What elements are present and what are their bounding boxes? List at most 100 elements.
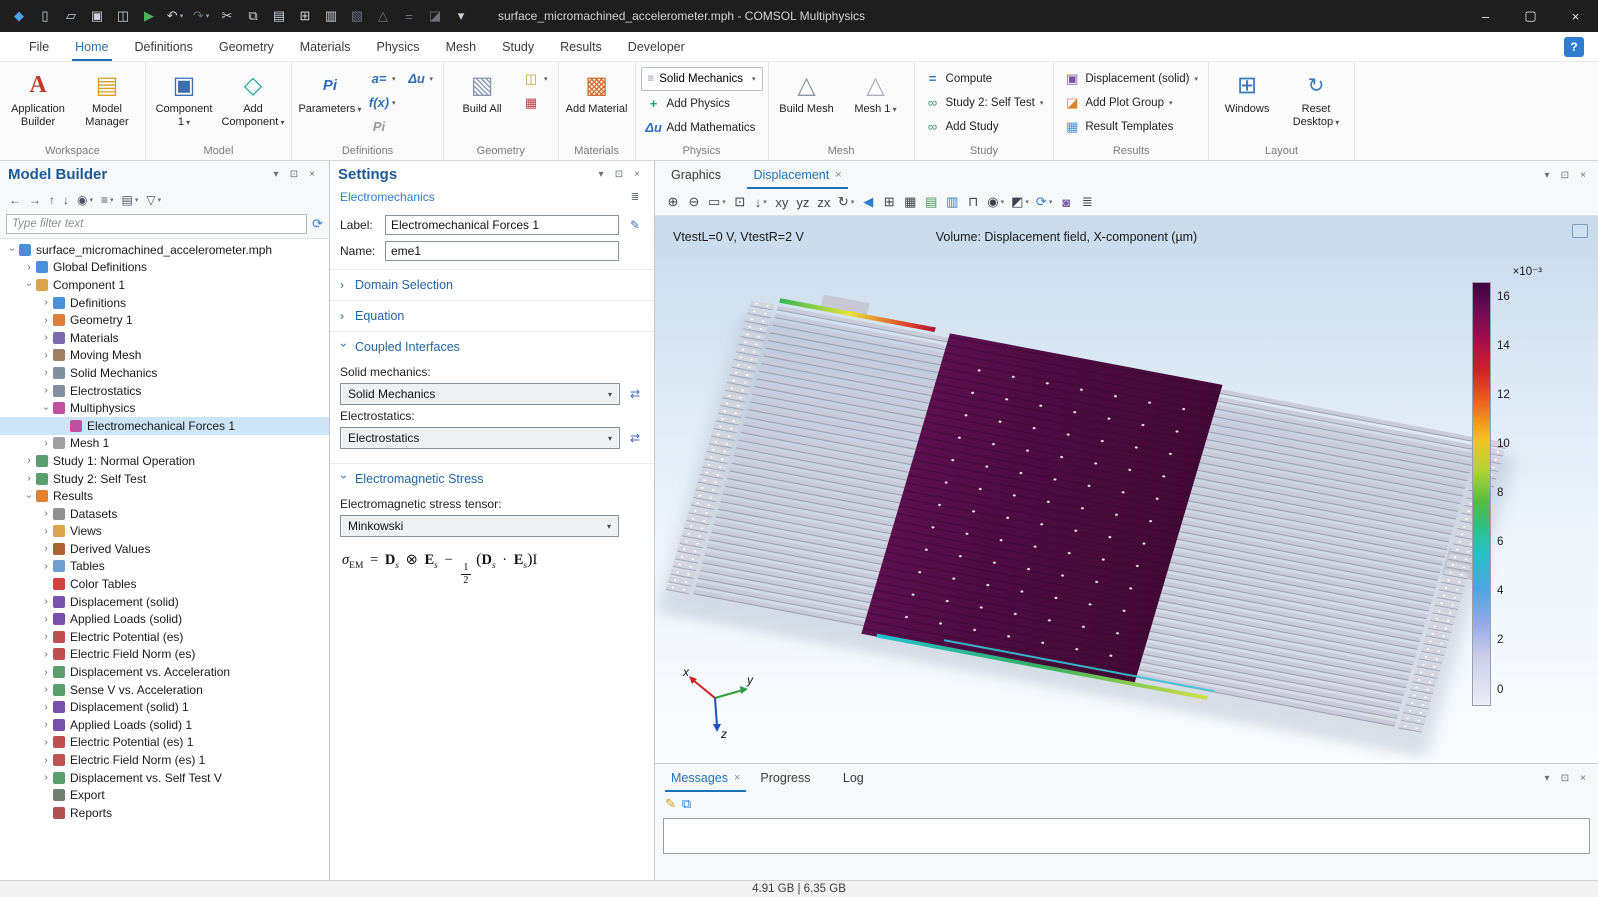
expander-icon[interactable]: › bbox=[40, 385, 52, 396]
zoom-box-icon[interactable]: ▭ bbox=[705, 191, 729, 213]
add-material-button[interactable]: ▩ Add Material bbox=[564, 65, 630, 144]
expander-icon[interactable]: › bbox=[40, 526, 52, 537]
expander-icon[interactable]: › bbox=[23, 473, 35, 484]
help-button[interactable]: ? bbox=[1564, 37, 1584, 57]
functions-button[interactable]: f(x) bbox=[366, 91, 401, 114]
visibility-icon[interactable]: ◉ bbox=[984, 191, 1007, 213]
study-button[interactable]: ∞ Study 2: Self Test bbox=[920, 91, 1049, 114]
tree-row[interactable]: › Displacement (solid) bbox=[0, 593, 329, 611]
panel-close-icon[interactable]: × bbox=[1574, 166, 1592, 184]
stress-tensor-select[interactable]: Minkowski bbox=[340, 515, 619, 537]
panel-menu-icon[interactable]: ▾ bbox=[1538, 166, 1556, 184]
tree-row[interactable]: › Mesh 1 bbox=[0, 435, 329, 453]
table-icon[interactable]: ▦ bbox=[900, 191, 920, 213]
menu-item[interactable]: Developer bbox=[615, 32, 698, 61]
tree-row[interactable]: › Displacement vs. Acceleration bbox=[0, 663, 329, 681]
zoom-extents-icon[interactable]: ⊡ bbox=[730, 191, 750, 213]
coupling-swap-icon[interactable]: ⇄ bbox=[626, 429, 644, 447]
tab-close-icon[interactable]: × bbox=[734, 772, 740, 784]
expander-icon[interactable]: › bbox=[7, 244, 18, 256]
plot-in-second-window-icon[interactable]: ▥ bbox=[942, 191, 962, 213]
tree-row[interactable]: › Electric Potential (es) 1 bbox=[0, 734, 329, 752]
tree-row[interactable]: › Sense V vs. Acceleration bbox=[0, 681, 329, 699]
tree-row[interactable]: › Derived Values bbox=[0, 540, 329, 558]
scene-window-icon[interactable]: ⊞ bbox=[879, 191, 899, 213]
name-input[interactable] bbox=[385, 241, 619, 261]
expander-icon[interactable]: › bbox=[23, 262, 35, 273]
expander-icon[interactable]: › bbox=[40, 332, 52, 343]
messages-tab[interactable]: Messages × bbox=[661, 764, 750, 792]
tree-row[interactable]: › Export bbox=[0, 786, 329, 804]
application-builder-button[interactable]: A Application Builder bbox=[5, 65, 71, 144]
expander-icon[interactable]: › bbox=[40, 367, 52, 378]
default-3d-view-icon[interactable]: ↻ bbox=[835, 191, 857, 213]
section-header-domain[interactable]: › Domain Selection bbox=[330, 270, 654, 300]
component-button[interactable]: ▣ Component 1 bbox=[151, 65, 217, 144]
copy-icon[interactable]: ⧉ bbox=[240, 3, 266, 29]
compute-button[interactable]: = Compute bbox=[920, 67, 1049, 90]
expander-icon[interactable]: › bbox=[40, 297, 52, 308]
windows-button[interactable]: ⊞ Windows bbox=[1214, 65, 1280, 144]
electrostatics-select[interactable]: Electrostatics bbox=[340, 427, 620, 449]
view-xy-icon[interactable]: xy bbox=[772, 191, 792, 213]
menu-item[interactable]: Definitions bbox=[122, 32, 206, 61]
back-icon[interactable]: ← bbox=[6, 190, 24, 210]
menu-item[interactable]: Results bbox=[547, 32, 615, 61]
tree-row[interactable]: › Solid Mechanics bbox=[0, 364, 329, 382]
tree-row[interactable]: › Study 2: Self Test bbox=[0, 470, 329, 488]
expander-icon[interactable]: › bbox=[24, 490, 35, 502]
tree-row[interactable]: › Datasets bbox=[0, 505, 329, 523]
tree-row[interactable]: › surface_micromachined_accelerometer.mp… bbox=[0, 241, 329, 259]
delete-icon[interactable]: ▥ bbox=[318, 3, 344, 29]
tree-row[interactable]: › Definitions bbox=[0, 294, 329, 312]
tree-row[interactable]: › Results bbox=[0, 487, 329, 505]
reset-desktop-button[interactable]: ↻ Reset Desktop bbox=[1283, 65, 1349, 144]
compute-icon[interactable]: = bbox=[396, 3, 422, 29]
scene-settings-icon[interactable]: ◩ bbox=[1008, 191, 1032, 213]
parameters-button[interactable]: Pi Parameters bbox=[297, 65, 363, 144]
physics-interface-gallery[interactable]: ≡ Solid Mechanics bbox=[641, 67, 763, 91]
rename-icon[interactable]: ✎ bbox=[626, 216, 644, 234]
parameter-case-button[interactable]: Pi bbox=[366, 115, 401, 138]
tree-row[interactable]: › Materials bbox=[0, 329, 329, 347]
add-component-button[interactable]: ◇ Add Component bbox=[220, 65, 286, 144]
lock-icon[interactable]: ⊓ bbox=[963, 191, 983, 213]
tree-row[interactable]: › Electric Field Norm (es) 1 bbox=[0, 751, 329, 769]
messages-tab[interactable]: Log × bbox=[833, 764, 886, 792]
expander-icon[interactable]: › bbox=[40, 737, 52, 748]
customize-toolbar-icon[interactable]: ▾ bbox=[448, 3, 474, 29]
tree-row[interactable]: › Tables bbox=[0, 558, 329, 576]
expander-icon[interactable]: › bbox=[40, 667, 52, 678]
expander-icon[interactable]: › bbox=[40, 772, 52, 783]
section-header-coupled[interactable]: › Coupled Interfaces bbox=[330, 332, 654, 362]
paste-icon[interactable]: ▤ bbox=[266, 3, 292, 29]
add-plot-group-button[interactable]: ◪ Add Plot Group bbox=[1059, 91, 1203, 114]
model-manager-icon[interactable]: ◫ bbox=[110, 3, 136, 29]
panel-float-icon[interactable]: ⊡ bbox=[610, 166, 628, 184]
tree-row[interactable]: › Displacement vs. Self Test V bbox=[0, 769, 329, 787]
refresh-icon[interactable]: ⟳ bbox=[312, 216, 323, 232]
tree-row[interactable]: › Geometry 1 bbox=[0, 311, 329, 329]
panel-float-icon[interactable]: ⊡ bbox=[1556, 769, 1574, 787]
expander-icon[interactable]: › bbox=[40, 315, 52, 326]
copy-text-icon[interactable]: ⧉ bbox=[682, 796, 691, 812]
tree-row[interactable]: › Global Definitions bbox=[0, 259, 329, 277]
add-mathematics-button[interactable]: Δu Add Mathematics bbox=[641, 116, 763, 139]
collapse-icon[interactable]: ≡ bbox=[98, 190, 117, 210]
expander-icon[interactable]: › bbox=[24, 279, 35, 291]
graphics-tab[interactable]: Graphics × bbox=[661, 161, 743, 189]
result-templates-button[interactable]: ▦ Result Templates bbox=[1059, 115, 1203, 138]
expander-icon[interactable]: › bbox=[41, 402, 52, 414]
view-zx-icon[interactable]: zx bbox=[814, 191, 834, 213]
tree-row[interactable]: › Applied Loads (solid) bbox=[0, 610, 329, 628]
tab-close-icon[interactable]: × bbox=[835, 169, 841, 181]
coupling-swap-icon[interactable]: ⇄ bbox=[626, 385, 644, 403]
minimize-button[interactable]: – bbox=[1463, 0, 1508, 32]
solid-mechanics-select[interactable]: Solid Mechanics bbox=[340, 383, 620, 405]
build-mesh-icon[interactable]: △ bbox=[370, 3, 396, 29]
tree-row[interactable]: › Electric Field Norm (es) bbox=[0, 646, 329, 664]
panel-float-icon[interactable]: ⊡ bbox=[1556, 166, 1574, 184]
mesh-button[interactable]: △ Mesh 1 bbox=[843, 65, 909, 144]
speaker-icon[interactable]: ◀ bbox=[858, 191, 878, 213]
run-icon[interactable]: ▶ bbox=[136, 3, 162, 29]
